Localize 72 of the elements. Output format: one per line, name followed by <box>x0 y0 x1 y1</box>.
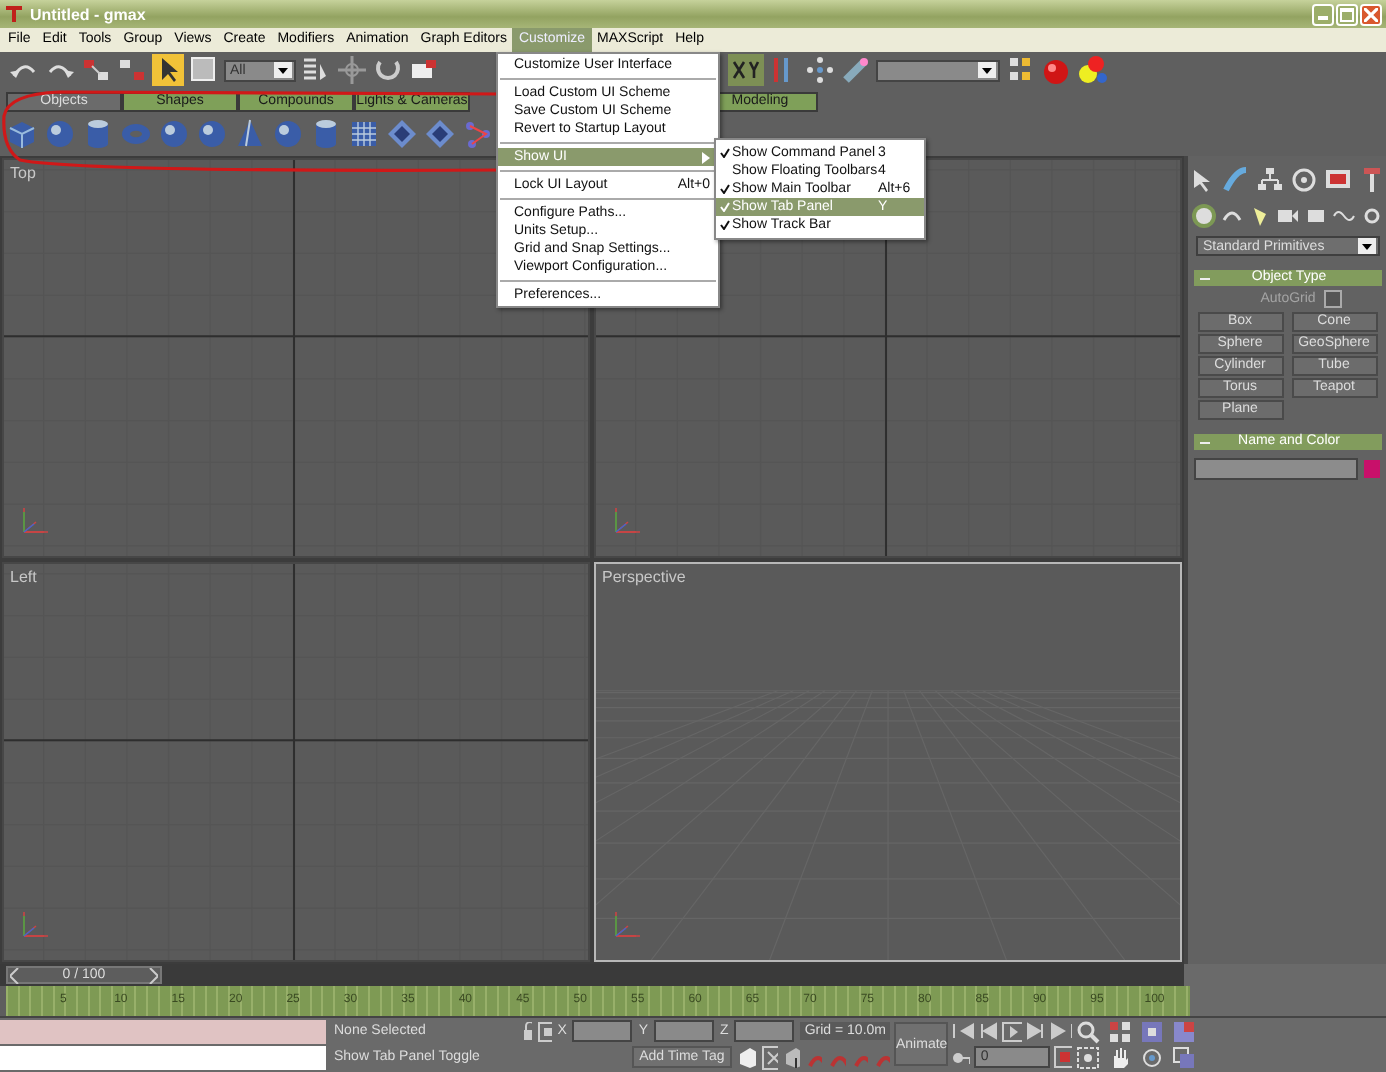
play-icon[interactable] <box>1001 1021 1023 1041</box>
z-coordinate-field[interactable] <box>734 1020 795 1042</box>
viewport[interactable]: Left <box>2 562 590 962</box>
viewport-label: Top <box>10 164 36 182</box>
sphere-icon[interactable] <box>44 117 76 150</box>
array-icon[interactable] <box>804 54 836 87</box>
sphere-icon[interactable] <box>196 117 228 150</box>
grid-icon[interactable] <box>348 117 380 150</box>
region-zoom-icon[interactable] <box>1076 1046 1100 1070</box>
maxscript-output-field[interactable] <box>0 1046 326 1070</box>
diamond-icon[interactable] <box>424 117 456 150</box>
key-icon[interactable] <box>952 1049 971 1065</box>
go-to-start-icon[interactable] <box>952 1022 975 1040</box>
sphere-icon[interactable] <box>158 117 190 150</box>
dropdown-arrow-icon <box>978 62 996 79</box>
caret-right-icon[interactable] <box>147 967 158 983</box>
close-icon <box>1364 7 1378 21</box>
sphere-icon[interactable] <box>272 117 304 150</box>
circle-icon[interactable] <box>1290 166 1318 194</box>
minimize-button[interactable] <box>1312 3 1334 25</box>
submenu-arrow-icon <box>702 151 710 163</box>
x-coordinate-field[interactable] <box>572 1020 633 1042</box>
cylinder-icon[interactable] <box>310 117 342 150</box>
maximize-button[interactable] <box>1336 3 1358 25</box>
color-swatch[interactable] <box>1364 460 1380 478</box>
region-select-icon[interactable] <box>188 54 220 87</box>
material-spheres-icon[interactable] <box>1076 54 1108 87</box>
viewport[interactable]: Perspective <box>594 562 1182 962</box>
box-icon[interactable] <box>783 1045 801 1069</box>
pan-hand-icon[interactable] <box>1108 1046 1132 1070</box>
cylinder-icon[interactable] <box>82 117 114 150</box>
next-frame-icon[interactable] <box>1026 1022 1046 1040</box>
lock-icon[interactable] <box>522 1021 533 1041</box>
app-logo-icon <box>4 4 24 24</box>
viewport-label: Perspective <box>602 568 686 586</box>
monitor-icon[interactable] <box>1324 166 1352 194</box>
move-icon[interactable] <box>336 54 368 87</box>
caret-left-icon[interactable] <box>10 967 20 983</box>
select-cursor-icon[interactable] <box>152 54 184 87</box>
y-coordinate-field[interactable] <box>654 1020 715 1042</box>
maximize-viewport-icon[interactable] <box>1172 1046 1196 1070</box>
orbit-icon[interactable] <box>1140 1046 1164 1070</box>
viewport-label: Left <box>10 568 37 586</box>
unlink-icon[interactable] <box>116 56 148 85</box>
maxscript-input-field[interactable] <box>0 1020 326 1044</box>
sphere-icon[interactable] <box>1191 204 1215 228</box>
bend-icon[interactable] <box>1222 166 1250 194</box>
maximize-icon <box>1340 7 1354 21</box>
link-icon[interactable] <box>80 56 112 85</box>
gear-icon[interactable] <box>1359 204 1383 228</box>
zoom-icon[interactable] <box>1076 1020 1100 1044</box>
cube-icon[interactable] <box>6 117 38 150</box>
go-to-end-icon[interactable] <box>1049 1022 1072 1040</box>
cone-icon[interactable] <box>234 117 266 150</box>
name-input-field[interactable] <box>1194 458 1358 480</box>
dropdown-arrow-icon <box>1357 238 1375 254</box>
diamond-icon[interactable] <box>386 117 418 150</box>
hierarchy-icon[interactable] <box>1256 166 1284 194</box>
cube-icon[interactable] <box>738 1045 756 1069</box>
window-title: Untitled - gmax <box>30 5 146 23</box>
axis-constraint-icon[interactable] <box>728 54 764 87</box>
dropdown-arrow-icon <box>274 62 292 79</box>
previous-frame-icon[interactable] <box>978 1022 998 1040</box>
named-selection-dropdown[interactable] <box>876 59 1000 82</box>
minus-icon <box>1199 441 1209 443</box>
hammer-icon[interactable] <box>1358 166 1386 194</box>
checkmark-icon <box>720 148 730 158</box>
select-by-name-icon[interactable] <box>300 56 332 85</box>
minus-icon <box>1199 277 1209 279</box>
close-button[interactable] <box>1360 3 1382 25</box>
box-icon[interactable] <box>1303 204 1327 228</box>
camera-icon[interactable] <box>1275 204 1299 228</box>
